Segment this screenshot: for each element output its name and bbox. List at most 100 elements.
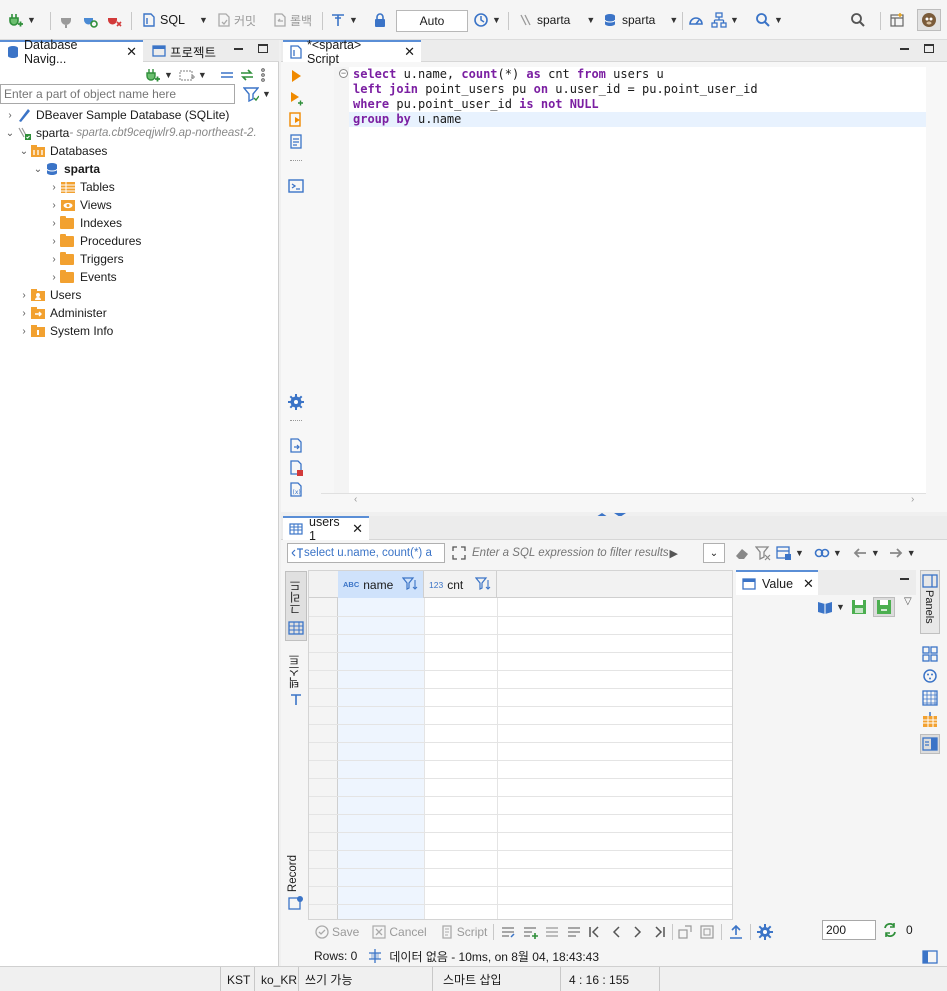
fetch-next-icon[interactable] — [677, 924, 693, 940]
chevron-down-icon[interactable]: ▼ — [730, 15, 739, 25]
fetch-size-input[interactable]: 200 — [822, 920, 876, 940]
chevron-down-icon[interactable]: ▼ — [262, 89, 271, 99]
calculator-panel-icon[interactable] — [922, 668, 938, 684]
execute-new-tab-button[interactable] — [288, 90, 304, 106]
value-panel-toggle[interactable] — [920, 734, 940, 754]
export-icon[interactable] — [728, 924, 744, 940]
tree-item-users[interactable]: › Users — [18, 286, 81, 304]
horizontal-scrollbar[interactable]: ‹ › — [321, 493, 926, 508]
filter-clear-icon[interactable] — [754, 545, 771, 561]
export-script-button[interactable] — [288, 438, 304, 454]
save-icon[interactable] — [851, 599, 867, 615]
open-console-button[interactable] — [288, 178, 304, 194]
column-header-name[interactable]: ABC name — [338, 571, 424, 598]
plug-add-icon[interactable] — [145, 67, 161, 83]
more-options-icon[interactable] — [259, 67, 267, 83]
tree-item-administer[interactable]: › Administer — [18, 304, 106, 322]
chevron-right-icon[interactable]: › — [48, 200, 60, 211]
perspective-button[interactable] — [889, 10, 905, 30]
tree-item-indexes[interactable]: › Indexes — [48, 214, 122, 232]
panels-toggle-tab[interactable]: Panels — [920, 570, 940, 634]
execute-script-button[interactable] — [288, 112, 304, 128]
tree-item-triggers[interactable]: › Triggers — [48, 250, 124, 268]
close-icon[interactable]: ✕ — [352, 521, 363, 537]
link-with-editor-icon[interactable] — [239, 67, 255, 83]
chevron-right-icon[interactable]: › — [18, 290, 30, 301]
chevron-down-icon[interactable]: ⌄ — [4, 128, 16, 139]
active-datasource-selector[interactable]: sparta ▼ — [518, 10, 595, 30]
close-icon[interactable]: ✕ — [404, 44, 415, 60]
tree-item-databases[interactable]: ⌄ Databases — [18, 142, 108, 160]
history-button[interactable]: ▼ — [473, 10, 501, 30]
chevron-right-icon[interactable]: › — [4, 110, 16, 121]
transaction-mode-button[interactable]: ▼ — [330, 10, 358, 30]
script-button[interactable]: Script — [439, 924, 487, 940]
sql-editor-button[interactable]: SQL ▼ — [141, 10, 208, 30]
lock-button[interactable] — [372, 10, 388, 30]
maximize-icon[interactable] — [924, 44, 934, 53]
eraser-icon[interactable] — [734, 545, 750, 561]
close-icon[interactable]: ✕ — [126, 44, 137, 60]
tree-item-tables[interactable]: › Tables — [48, 178, 114, 196]
scroll-left-icon[interactable]: ‹ — [354, 494, 357, 505]
chevron-down-icon[interactable]: ▼ — [27, 15, 36, 25]
chevron-right-icon[interactable]: › — [48, 254, 60, 265]
chevron-down-icon[interactable]: ▼ — [164, 70, 173, 80]
chevron-down-icon[interactable]: ▼ — [907, 548, 916, 558]
sql-code-area[interactable]: − select u.name, count(*) as cnt from us… — [334, 67, 926, 493]
filter-history-dropdown[interactable]: ⌄ — [703, 543, 725, 563]
previous-page-icon[interactable] — [608, 924, 624, 940]
expand-filter-button[interactable] — [451, 545, 467, 561]
chevron-right-icon[interactable]: › — [48, 182, 60, 193]
side-tab-grid[interactable]: 그리드 — [285, 571, 307, 641]
play-icon[interactable]: ▶ — [670, 547, 678, 560]
tab-value-panel[interactable]: Value ✕ — [736, 570, 818, 595]
refresh-button[interactable]: 0 — [882, 922, 913, 938]
delete-row-icon[interactable] — [566, 924, 582, 940]
script-variables-button[interactable]: (x) — [288, 482, 304, 498]
side-tab-text[interactable]: 텍스트 — [285, 650, 307, 712]
next-page-icon[interactable] — [630, 924, 646, 940]
global-search-button[interactable] — [850, 10, 866, 30]
chevron-down-icon[interactable]: ▼ — [836, 602, 845, 612]
close-icon[interactable]: ✕ — [803, 576, 814, 592]
copy-row-icon[interactable] — [544, 924, 560, 940]
tree-item-schema-sparta[interactable]: ⌄ sparta — [32, 160, 100, 178]
scroll-right-icon[interactable]: › — [911, 494, 914, 505]
new-connection-button[interactable]: ▼ — [8, 10, 36, 30]
object-filter-input[interactable] — [1, 85, 234, 103]
tree-item-system-info[interactable]: › System Info — [18, 322, 113, 340]
explain-plan-button[interactable] — [288, 134, 304, 150]
disconnect-button[interactable] — [106, 10, 122, 30]
filter-save-icon[interactable] — [776, 545, 792, 561]
search-tool-button[interactable]: ▼ — [755, 10, 783, 30]
chevron-right-icon[interactable]: › — [18, 308, 30, 319]
save-button[interactable]: Save — [314, 924, 359, 940]
filter-sort-icon[interactable] — [474, 576, 491, 592]
chevron-right-icon[interactable]: › — [18, 326, 30, 337]
erd-button[interactable]: ▼ — [711, 10, 739, 30]
transaction-mode-field[interactable]: Auto — [396, 10, 468, 32]
editor-settings-button[interactable] — [288, 394, 304, 410]
chevron-down-icon[interactable]: ▼ — [795, 548, 804, 558]
tree-item-views[interactable]: › Views — [48, 196, 111, 214]
chevron-down-icon[interactable]: ▼ — [871, 548, 880, 558]
references-panel-icon[interactable] — [922, 712, 938, 728]
maximize-icon[interactable] — [258, 44, 268, 53]
chevron-down-icon[interactable]: ▼ — [199, 15, 208, 25]
chevron-right-icon[interactable]: › — [48, 236, 60, 247]
connect-button[interactable] — [58, 10, 74, 30]
minimize-icon[interactable] — [900, 578, 909, 580]
minimize-icon[interactable] — [900, 48, 909, 50]
gear-icon[interactable] — [757, 924, 774, 940]
detach-results-button[interactable] — [922, 949, 938, 965]
column-header-cnt[interactable]: 123 cnt — [424, 571, 497, 598]
tab-database-navigator[interactable]: Database Navig... ✕ — [0, 38, 143, 66]
minimize-icon[interactable] — [234, 48, 243, 50]
tab-project[interactable]: 프로젝트 — [146, 40, 278, 62]
chevron-down-icon[interactable]: ▼ — [586, 15, 595, 25]
arrow-left-icon[interactable] — [852, 545, 868, 561]
delete-script-button[interactable] — [288, 460, 304, 476]
first-page-icon[interactable] — [586, 924, 602, 940]
tree-item-connection-sparta[interactable]: ⌄ sparta - sparta.cbt9ceqjwlr9.ap-northe… — [4, 124, 257, 142]
